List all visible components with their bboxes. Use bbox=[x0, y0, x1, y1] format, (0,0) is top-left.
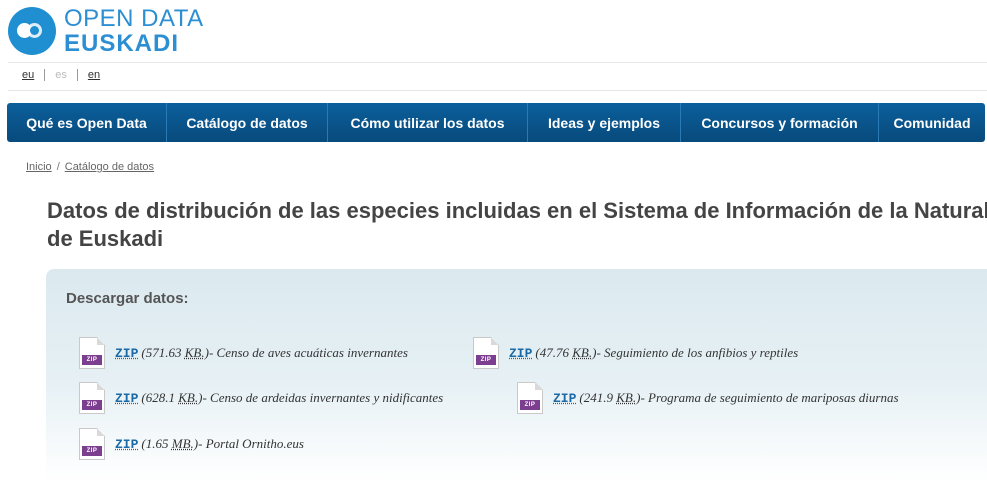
header-divider-top bbox=[8, 62, 987, 63]
site-logo[interactable]: OPEN DATA EUSKADI bbox=[8, 4, 248, 58]
breadcrumb-catalog-link[interactable]: Catálogo de datos bbox=[65, 161, 154, 173]
nav-item-concursos[interactable]: Concursos y formación bbox=[681, 103, 879, 142]
nav-item-comunidad[interactable]: Comunidad bbox=[879, 103, 985, 142]
nav-item-que-es-open-data[interactable]: Qué es Open Data bbox=[7, 103, 167, 142]
file-size: (571.63 KB.) bbox=[141, 345, 209, 360]
download-heading: Descargar datos: bbox=[66, 290, 189, 307]
download-link[interactable]: ZIP bbox=[553, 391, 576, 406]
download-item: ZIP ZIP (1.65 MB.) - Portal Ornitho.eus bbox=[79, 428, 304, 460]
download-item: ZIP ZIP (628.1 KB.) - Censo de ardeidas i… bbox=[79, 382, 443, 414]
file-description: - Censo de ardeidas invernantes y nidifi… bbox=[202, 390, 444, 405]
page-title: Datos de distribución de las especies in… bbox=[47, 197, 987, 253]
page-title-line2: de Euskadi bbox=[47, 226, 164, 251]
nav-item-como-utilizar[interactable]: Cómo utilizar los datos bbox=[328, 103, 528, 142]
download-item: ZIP ZIP (47.76 KB.) - Seguimiento de los … bbox=[473, 337, 798, 369]
logo-text: OPEN DATA EUSKADI bbox=[64, 4, 204, 57]
header-divider-bottom bbox=[8, 90, 987, 91]
lang-eu-link[interactable]: eu bbox=[22, 69, 34, 81]
download-link[interactable]: ZIP bbox=[115, 437, 138, 452]
lang-separator bbox=[76, 69, 78, 81]
page-title-line1: Datos de distribución de las especies in… bbox=[47, 198, 987, 223]
zip-file-icon: ZIP bbox=[79, 337, 105, 369]
file-description: - Programa de seguimiento de mariposas d… bbox=[640, 390, 899, 405]
breadcrumb-separator: / bbox=[56, 161, 60, 173]
file-description: - Censo de aves acuáticas invernantes bbox=[208, 345, 408, 360]
download-item: ZIP ZIP (571.63 KB.) - Censo de aves acuá… bbox=[79, 337, 408, 369]
logo-line2: EUSKADI bbox=[64, 29, 180, 57]
zip-file-icon: ZIP bbox=[517, 382, 543, 414]
nav-item-catalogo-de-datos[interactable]: Catálogo de datos bbox=[167, 103, 328, 142]
zip-file-icon: ZIP bbox=[79, 382, 105, 414]
logo-mark-icon bbox=[8, 7, 56, 55]
file-size: (628.1 KB.) bbox=[141, 390, 203, 405]
lang-separator bbox=[44, 69, 46, 81]
file-description: - Portal Ornitho.eus bbox=[198, 436, 304, 451]
file-size: (47.76 KB.) bbox=[535, 345, 597, 360]
download-item: ZIP ZIP (241.9 KB.) - Programa de seguimi… bbox=[517, 382, 899, 414]
language-switcher: eu es en bbox=[22, 69, 100, 81]
file-size: (1.65 MB.) bbox=[141, 436, 199, 451]
file-size: (241.9 KB.) bbox=[579, 390, 641, 405]
lang-en-link[interactable]: en bbox=[88, 69, 100, 81]
main-nav: Qué es Open Data Catálogo de datos Cómo … bbox=[7, 103, 985, 142]
breadcrumb-home-link[interactable]: Inicio bbox=[26, 161, 52, 173]
download-link[interactable]: ZIP bbox=[509, 346, 532, 361]
logo-line1: OPEN DATA bbox=[64, 4, 204, 32]
breadcrumb: Inicio / Catálogo de datos bbox=[26, 161, 154, 173]
file-description: - Seguimiento de los anfibios y reptiles bbox=[596, 345, 799, 360]
download-link[interactable]: ZIP bbox=[115, 391, 138, 406]
zip-file-icon: ZIP bbox=[473, 337, 499, 369]
lang-es-current: es bbox=[55, 69, 67, 81]
nav-item-ideas-y-ejemplos[interactable]: Ideas y ejemplos bbox=[528, 103, 681, 142]
zip-file-icon: ZIP bbox=[79, 428, 105, 460]
download-link[interactable]: ZIP bbox=[115, 346, 138, 361]
